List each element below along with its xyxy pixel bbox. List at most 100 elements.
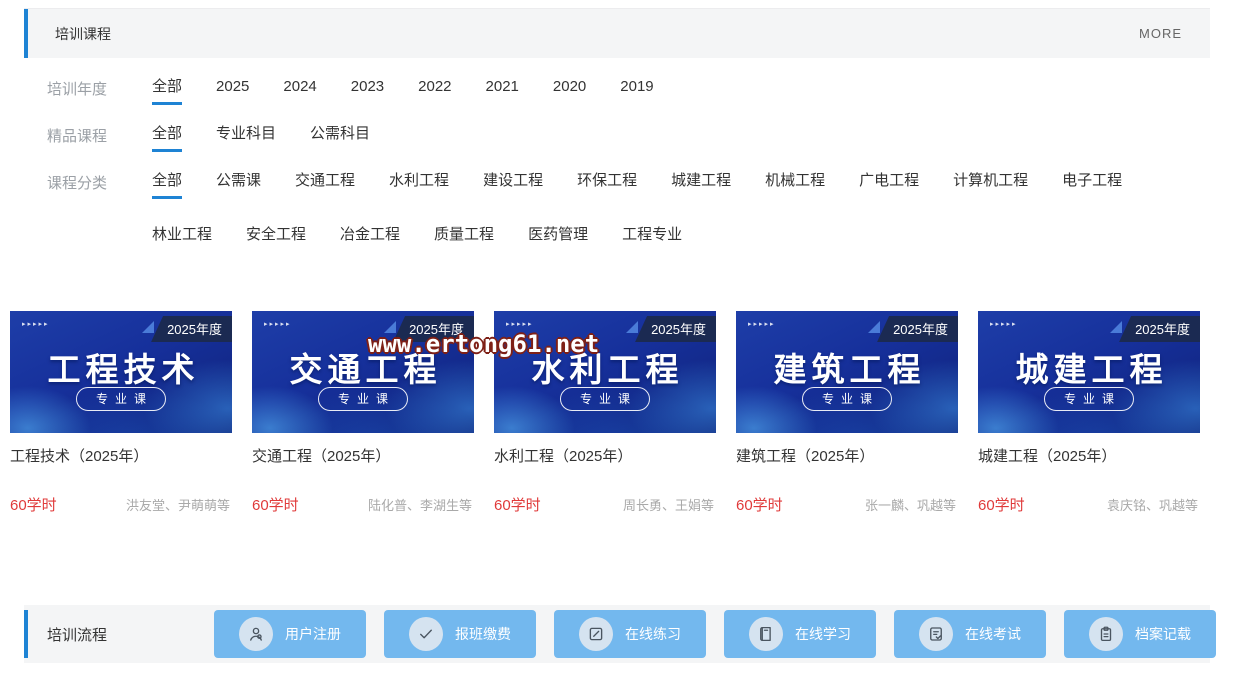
course-card[interactable]: ▸▸▸▸▸2025年度水利工程专业课水利工程（2025年）60学时周长勇、王娟等 [494, 311, 716, 515]
course-type-pill: 专业课 [76, 387, 166, 411]
filter-option[interactable]: 2021 [486, 78, 519, 105]
filter-option[interactable]: 水利工程 [389, 172, 449, 199]
filter-option[interactable]: 公需课 [216, 172, 261, 199]
course-banner-image: ▸▸▸▸▸2025年度建筑工程专业课 [736, 311, 958, 433]
course-meta: 60学时 周长勇、王娟等 [494, 494, 716, 515]
course-title[interactable]: 建筑工程（2025年） [736, 445, 958, 466]
check-icon [409, 617, 443, 651]
process-step-在线练习[interactable]: 在线练习 [554, 610, 706, 658]
course-banner-image: ▸▸▸▸▸2025年度水利工程专业课 [494, 311, 716, 433]
filter-rows: 培训年度全部2025202420232022202120202019精品课程全部… [24, 58, 1210, 253]
filter-options: 全部 公需课 交通工程 水利工程 建设工程 环保工程 城建工程 机械工程 广电工程 计算机工程 电子… [152, 172, 1192, 253]
process-step-label: 在线练习 [625, 624, 681, 644]
filter-option[interactable]: 计算机工程 [953, 172, 1028, 199]
filter-option[interactable]: 全部 [152, 78, 182, 105]
decorative-dots-icon: ▸▸▸▸▸ [506, 320, 534, 328]
process-step-label: 在线学习 [795, 624, 851, 644]
filter-option[interactable]: 城建工程 [671, 172, 731, 199]
filter-option[interactable]: 全部 [152, 125, 182, 152]
filter-option[interactable]: 2023 [351, 78, 384, 105]
process-step-label: 报班缴费 [455, 624, 511, 644]
filter-option[interactable]: 电子工程 [1062, 172, 1122, 199]
filter-option[interactable]: 建设工程 [483, 172, 543, 199]
filter-option[interactable]: 全部 [152, 172, 182, 199]
filter-option[interactable]: 环保工程 [577, 172, 637, 199]
course-teachers: 张一麟、巩越等 [865, 495, 956, 514]
course-hours: 60学时 [978, 494, 1025, 515]
course-hours: 60学时 [252, 494, 299, 515]
course-banner-image: ▸▸▸▸▸2025年度城建工程专业课 [978, 311, 1200, 433]
filter-option[interactable]: 2020 [553, 78, 586, 105]
course-teachers: 周长勇、王娟等 [623, 495, 714, 514]
decorative-dots-icon: ▸▸▸▸▸ [264, 320, 292, 328]
course-banner-image: ▸▸▸▸▸2025年度交通工程专业课 [252, 311, 474, 433]
banner-title: 交通工程 [252, 343, 474, 391]
filter-option[interactable]: 2025 [216, 78, 249, 105]
course-title[interactable]: 工程技术（2025年） [10, 445, 232, 466]
filter-option[interactable]: 林业工程 [152, 226, 212, 253]
process-step-用户注册[interactable]: 用户注册 [214, 610, 366, 658]
filter-option[interactable]: 2022 [418, 78, 451, 105]
course-cards: ▸▸▸▸▸2025年度工程技术专业课工程技术（2025年）60学时洪友堂、尹萌萌… [10, 311, 1200, 515]
course-hours: 60学时 [736, 494, 783, 515]
process-step-报班缴费[interactable]: 报班缴费 [384, 610, 536, 658]
filter-row-0: 培训年度全部 2025 2024 2023 2022 2021 2020 2019 [24, 78, 1210, 105]
course-title[interactable]: 城建工程（2025年） [978, 445, 1200, 466]
filter-option[interactable]: 医药管理 [528, 226, 588, 253]
process-step-label: 档案记载 [1135, 624, 1191, 644]
process-step-档案记载[interactable]: 档案记载 [1064, 610, 1216, 658]
year-badge: 2025年度 [393, 316, 474, 342]
process-steps: 用户注册 报班缴费 在线练习 在线学习 在线考试 档案记载 [214, 610, 1216, 658]
course-card[interactable]: ▸▸▸▸▸2025年度建筑工程专业课建筑工程（2025年）60学时张一麟、巩越等 [736, 311, 958, 515]
course-hours: 60学时 [494, 494, 541, 515]
exam-icon [919, 617, 953, 651]
course-banner-image: ▸▸▸▸▸2025年度工程技术专业课 [10, 311, 232, 433]
banner-title: 城建工程 [978, 343, 1200, 391]
decorative-dots-icon: ▸▸▸▸▸ [748, 320, 776, 328]
more-link[interactable]: MORE [1139, 26, 1182, 41]
course-meta: 60学时 陆化普、李湖生等 [252, 494, 474, 515]
course-teachers: 陆化普、李湖生等 [368, 495, 472, 514]
year-badge: 2025年度 [635, 316, 716, 342]
course-teachers: 袁庆铭、巩越等 [1107, 495, 1198, 514]
filter-options: 全部 专业科目 公需科目 [152, 125, 370, 152]
filter-option[interactable]: 广电工程 [859, 172, 919, 199]
filter-option[interactable]: 安全工程 [246, 226, 306, 253]
filter-option[interactable]: 专业科目 [216, 125, 276, 152]
course-type-pill: 专业课 [802, 387, 892, 411]
badge-triangle-icon [1110, 321, 1122, 333]
course-teachers: 洪友堂、尹萌萌等 [126, 495, 230, 514]
filter-label: 培训年度 [24, 78, 152, 102]
course-meta: 60学时 张一麟、巩越等 [736, 494, 958, 515]
year-badge: 2025年度 [877, 316, 958, 342]
process-label: 培训流程 [24, 624, 214, 645]
course-cards-section: ▸▸▸▸▸2025年度工程技术专业课工程技术（2025年）60学时洪友堂、尹萌萌… [10, 311, 1200, 515]
course-card[interactable]: ▸▸▸▸▸2025年度交通工程专业课交通工程（2025年）60学时陆化普、李湖生… [252, 311, 474, 515]
filter-option[interactable]: 质量工程 [434, 226, 494, 253]
filter-row-1: 精品课程全部 专业科目 公需科目 [24, 125, 1210, 152]
filter-option[interactable]: 机械工程 [765, 172, 825, 199]
filter-option[interactable]: 公需科目 [310, 125, 370, 152]
filter-option[interactable]: 交通工程 [295, 172, 355, 199]
course-card[interactable]: ▸▸▸▸▸2025年度城建工程专业课城建工程（2025年） 60学时 袁庆铭、巩越等 [978, 311, 1200, 515]
filter-option[interactable]: 2019 [620, 78, 653, 105]
badge-triangle-icon [868, 321, 880, 333]
process-bar: 培训流程 用户注册 报班缴费 在线练习 在线学习 在线考试 档案记载 [24, 605, 1210, 663]
filter-option[interactable]: 2024 [283, 78, 316, 105]
process-step-在线考试[interactable]: 在线考试 [894, 610, 1046, 658]
banner-title: 工程技术 [10, 343, 232, 391]
course-title[interactable]: 水利工程（2025年） [494, 445, 716, 466]
decorative-dots-icon: ▸▸▸▸▸ [990, 320, 1018, 328]
filter-option[interactable]: 工程专业 [622, 226, 682, 253]
course-card[interactable]: ▸▸▸▸▸2025年度工程技术专业课工程技术（2025年）60学时洪友堂、尹萌萌… [10, 311, 232, 515]
filter-label: 精品课程 [24, 125, 152, 149]
user-icon [239, 617, 273, 651]
book-icon [749, 617, 783, 651]
process-step-在线学习[interactable]: 在线学习 [724, 610, 876, 658]
archive-icon [1089, 617, 1123, 651]
banner-title: 水利工程 [494, 343, 716, 391]
badge-triangle-icon [626, 321, 638, 333]
filter-option[interactable]: 冶金工程 [340, 226, 400, 253]
course-title[interactable]: 交通工程（2025年） [252, 445, 474, 466]
page-container: 培训课程 MORE 培训年度全部202520242023202220212020… [24, 8, 1210, 253]
